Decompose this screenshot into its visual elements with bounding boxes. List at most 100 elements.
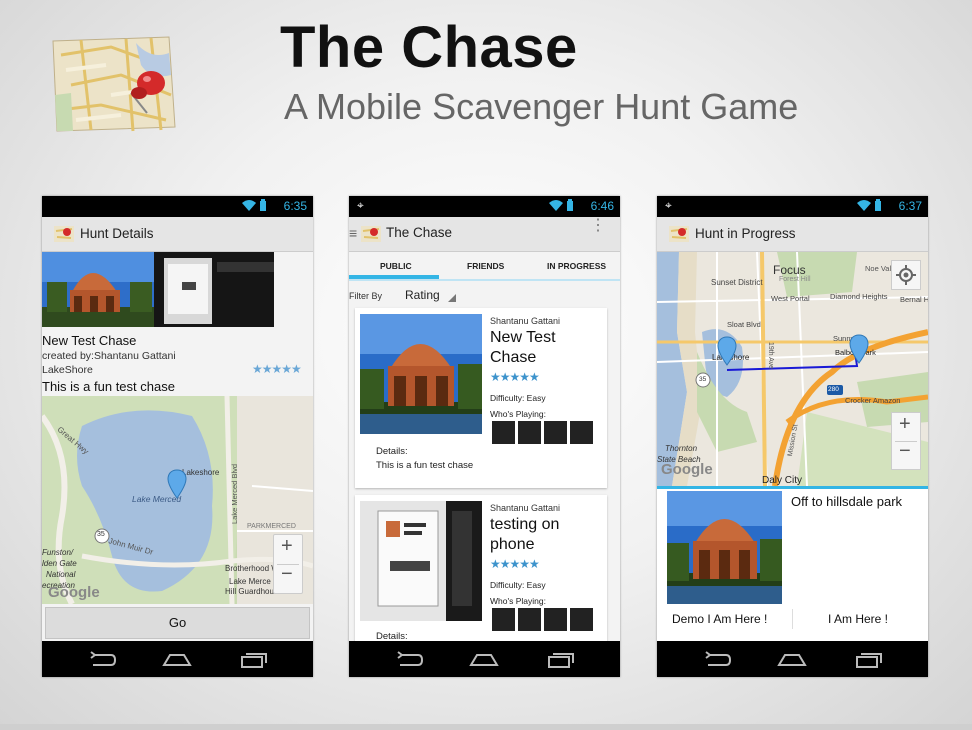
my-location-button[interactable] [891,260,921,290]
map-label: Lakeshore [182,468,220,477]
hunt-map[interactable]: Great Hwy Lake Merced Lakeshore Lake Mer… [42,396,313,604]
zoom-controls: + − [891,412,921,470]
status-bar: 6:35 [42,196,313,217]
home-icon[interactable] [777,649,807,669]
rating-stars: ★★★★★ [252,362,302,376]
wifi-icon [241,199,271,215]
map-marker-icon[interactable] [849,334,869,364]
clue-panel: Off to hillsdale park Demo I Am Here ! I… [657,489,928,641]
map-label: Noe Val [865,264,892,273]
card-author: Shantanu Gattani [490,316,561,326]
map-label: Sloat Blvd [727,320,761,329]
map-label: Daly City [762,475,803,486]
zoom-out-button[interactable]: − [281,563,293,586]
wifi-icon [856,199,886,215]
overflow-menu-icon[interactable]: ⋮ [590,218,606,234]
button-divider [792,609,793,629]
hunt-card[interactable]: Shantanu Gattani testing on phone ★★★★★ … [355,495,607,655]
screen-title: The Chase [386,225,453,240]
map-label: Sunset District [711,278,763,287]
tab-indicator [349,275,439,279]
hunt-card[interactable]: Shantanu Gattani New Test Chase ★★★★★ Di… [355,308,607,488]
app-icon[interactable] [361,225,381,243]
map-label: Diamond Heights [830,292,888,301]
recent-apps-icon[interactable] [545,649,575,669]
screen-title: Hunt Details [80,226,154,241]
hunt-description: This is a fun test chase [42,379,175,394]
home-icon[interactable] [162,649,192,669]
recent-apps-icon[interactable] [853,649,883,669]
slide-subtitle: A Mobile Scavenger Hunt Game [284,86,799,127]
map-label: lden Gate [42,559,77,568]
map-label: Bernal H [900,295,928,304]
slide-footer [0,724,972,730]
recent-apps-icon[interactable] [238,649,268,669]
card-author: Shantanu Gattani [490,503,561,513]
map-label: Funston/ [42,548,74,557]
route-shield: 35 [97,531,105,538]
back-icon[interactable] [702,649,732,669]
hunt-location: LakeShore [42,364,93,376]
progress-map[interactable]: Focus Forest Hill Noe Val Sunset Distric… [657,252,928,486]
google-logo: Google [661,461,713,478]
phone-hunt-list: ⌖ 6:46 ≡ The Chase ⋮ PUBLIC FRIENDS IN P… [349,196,620,677]
i-am-here-button[interactable]: I Am Here ! [828,612,888,626]
zoom-out-button[interactable]: − [899,440,911,463]
card-name-line1: testing on [490,516,560,533]
card-details-label: Details: [376,446,408,457]
player-avatars [492,421,596,449]
map-label: Lake Merced Blvd [230,463,239,524]
dropdown-corner-icon [448,294,456,302]
slide: The Chase A Mobile Scavenger Hunt Game 6… [0,0,972,730]
menu-icon[interactable]: ≡ [349,225,357,241]
tab-bar: PUBLIC FRIENDS IN PROGRESS [349,252,620,281]
phone-hunt-details: 6:35 Hunt Details New Test Chase created… [42,196,313,677]
avatar [518,608,541,631]
action-bar: Hunt in Progress [657,217,928,252]
home-icon[interactable] [469,649,499,669]
clock: 6:35 [283,199,307,213]
back-icon[interactable] [394,649,424,669]
hunt-card-image [360,501,482,621]
clock: 6:46 [590,199,614,213]
tab-in-progress[interactable]: IN PROGRESS [547,261,606,271]
avatar [570,421,593,444]
map-label: National [46,570,76,579]
clock: 6:37 [898,199,922,213]
map-marker-icon[interactable] [717,336,737,366]
map-label: Thornton [665,444,698,453]
map-label: Lake Merce [229,577,271,586]
back-icon[interactable] [87,649,117,669]
screen-title: Hunt in Progress [695,226,796,241]
google-logo: Google [48,584,100,601]
go-button[interactable]: Go [45,607,310,639]
route-shield: 35 [699,376,707,383]
action-bar: Hunt Details [42,217,313,252]
zoom-in-button[interactable]: + [899,413,911,436]
location-icon: ⌖ [665,198,672,212]
card-name-line2: Chase [490,349,537,366]
map-marker-icon[interactable] [167,469,187,499]
demo-i-am-here-button[interactable]: Demo I Am Here ! [672,612,767,626]
card-name-line1: New Test [490,329,556,346]
app-icon[interactable] [54,225,74,243]
avatar [570,608,593,631]
map-pin-logo-icon [51,35,177,135]
focus-label: Focus [773,263,806,277]
created-by: created by:Shantanu Gattani [42,350,176,362]
card-whos-playing: Who's Playing: [490,409,546,419]
location-icon: ⌖ [357,198,364,212]
tab-friends[interactable]: FRIENDS [467,261,504,271]
status-bar: ⌖ 6:37 [657,196,928,217]
clue-image [667,491,782,604]
card-details: This is a fun test chase [376,460,474,471]
player-avatars [492,608,596,636]
avatar [544,608,567,631]
map-label: Crocker Amazon [845,396,901,405]
filter-dropdown[interactable]: Rating [405,288,440,302]
clue-text: Off to hillsdale park [791,494,903,509]
tab-public[interactable]: PUBLIC [380,261,412,271]
zoom-in-button[interactable]: + [281,535,293,558]
app-icon[interactable] [669,225,689,243]
nav-bar [657,641,928,677]
